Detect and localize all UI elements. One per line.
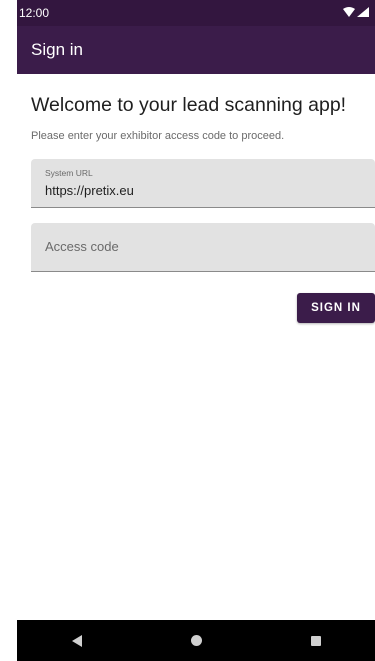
system-url-field[interactable]: System URL — [31, 159, 375, 208]
sign-in-button[interactable]: SIGN IN — [297, 293, 375, 323]
wifi-icon — [343, 6, 355, 20]
app-bar: Sign in — [17, 26, 375, 74]
status-bar: 12:00 — [17, 0, 375, 26]
welcome-heading: Welcome to your lead scanning app! — [31, 94, 347, 116]
access-code-placeholder: Access code — [45, 239, 119, 254]
sign-in-form: Welcome to your lead scanning app! Pleas… — [31, 74, 375, 323]
home-icon[interactable] — [190, 635, 202, 646]
system-url-label: System URL — [45, 168, 93, 178]
navigation-bar — [17, 620, 375, 661]
status-icons — [343, 6, 369, 20]
sign-in-row: SIGN IN — [31, 293, 375, 323]
access-code-field[interactable]: Access code — [31, 223, 375, 272]
signal-icon — [357, 6, 369, 20]
back-icon[interactable] — [71, 634, 82, 647]
system-url-input[interactable] — [45, 183, 345, 198]
instructions-text: Please enter your exhibitor access code … — [31, 130, 285, 142]
app-bar-title: Sign in — [31, 40, 83, 59]
device-screen: 12:00 Sign in Welcome to your lead scann… — [0, 0, 375, 661]
status-time: 12:00 — [19, 6, 50, 20]
recents-icon[interactable] — [310, 635, 321, 646]
